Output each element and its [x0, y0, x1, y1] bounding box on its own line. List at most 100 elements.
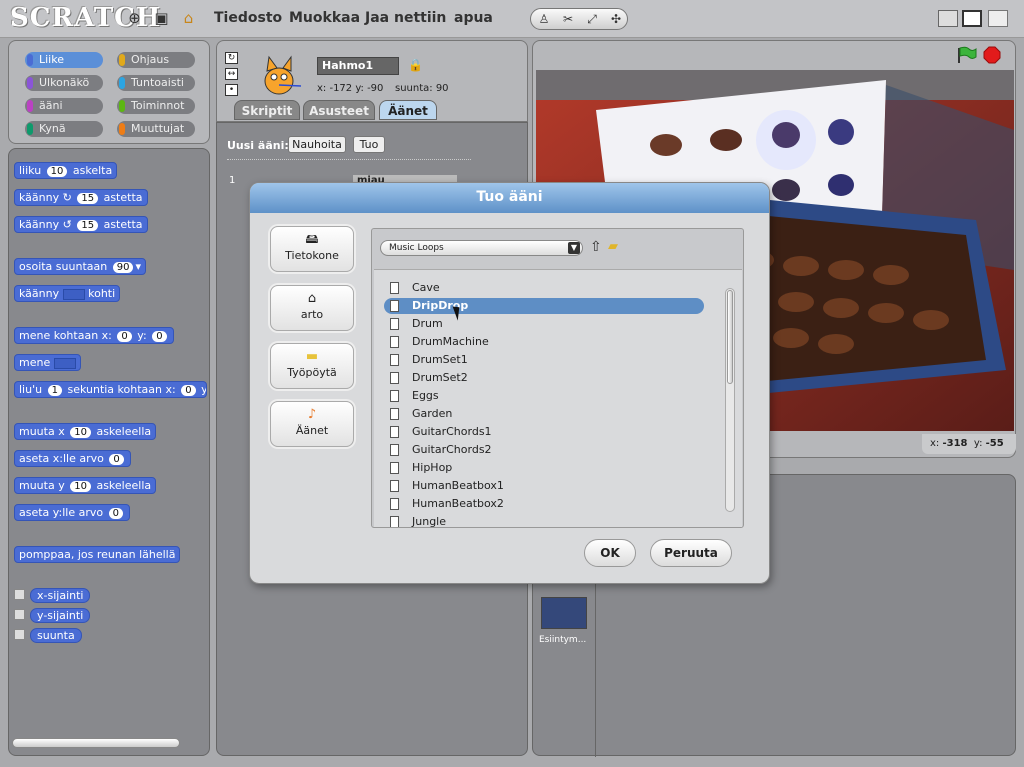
- sprite-direction: suunta: 90: [395, 83, 449, 94]
- list-item[interactable]: Drum: [384, 316, 704, 332]
- file-browser: Music Loops ▼ ⇧ ▰ Cave DripDrop Drum Drum…: [371, 228, 744, 528]
- block-goto[interactable]: mene: [14, 354, 81, 371]
- place-computer-button[interactable]: 🖴 Tietokone: [270, 226, 354, 272]
- duplicate-icon[interactable]: ♙: [534, 11, 554, 28]
- list-item[interactable]: DrumSet1: [384, 352, 704, 368]
- list-item[interactable]: GuitarChords2: [384, 442, 704, 458]
- list-item[interactable]: Cave: [384, 280, 704, 296]
- cancel-button[interactable]: Peruuta: [650, 539, 732, 567]
- category-variables[interactable]: Muuttujat: [117, 121, 195, 137]
- place-home-button[interactable]: ⌂ arto: [270, 285, 354, 331]
- place-desktop-button[interactable]: ▬ Työpöytä: [270, 343, 354, 389]
- checkbox-y-position[interactable]: [14, 609, 25, 620]
- cat-sprite-thumbnail: [264, 55, 302, 95]
- new-folder-icon[interactable]: ▰: [608, 239, 618, 254]
- category-control[interactable]: Ohjaus: [117, 52, 195, 68]
- list-item[interactable]: HipHop: [384, 460, 704, 476]
- list-item[interactable]: Garden: [384, 406, 704, 422]
- checkbox-direction[interactable]: [14, 629, 25, 640]
- list-item[interactable]: DrumMachine: [384, 334, 704, 350]
- lock-icon[interactable]: 🔒: [408, 58, 423, 72]
- block-set-x[interactable]: aseta x:lle arvo 0: [14, 450, 131, 467]
- reporter-y-position[interactable]: y-sijainti: [30, 608, 91, 623]
- grow-icon[interactable]: ⤢: [582, 11, 602, 28]
- record-button[interactable]: Nauhoita: [288, 136, 346, 153]
- tab-scripts[interactable]: Skriptit: [234, 100, 300, 120]
- list-item[interactable]: HumanBeatbox2: [384, 496, 704, 512]
- shrink-icon[interactable]: ✣: [606, 11, 626, 28]
- menu-share[interactable]: Jaa nettiin: [365, 10, 446, 26]
- normal-stage-icon[interactable]: [962, 10, 982, 27]
- checkbox-x-position[interactable]: [14, 589, 25, 600]
- presentation-mode-icon[interactable]: [988, 10, 1008, 27]
- reporter-direction[interactable]: suunta: [30, 628, 82, 643]
- block-change-x[interactable]: muuta x 10 askeleella: [14, 423, 157, 440]
- file-icon: [390, 426, 399, 438]
- file-icon: [390, 354, 399, 366]
- sounds-folder-icon: ♪: [307, 407, 317, 422]
- list-item[interactable]: HumanBeatbox1: [384, 478, 704, 494]
- block-change-y[interactable]: muuta y 10 askeleella: [14, 477, 157, 494]
- no-rotate-icon[interactable]: •: [225, 84, 238, 96]
- import-sound-dialog: Tuo ääni 🖴 Tietokone ⌂ arto ▬ Työpöytä ♪ Ään…: [249, 182, 770, 584]
- file-icon: [390, 498, 399, 510]
- reporter-x-position[interactable]: x-sijainti: [30, 588, 91, 603]
- menu-file[interactable]: Tiedosto: [214, 10, 282, 26]
- list-item[interactable]: DrumSet2: [384, 370, 704, 386]
- stage-thumbnail[interactable]: [541, 597, 587, 629]
- flip-style-icon[interactable]: ↔: [225, 68, 238, 80]
- place-sounds-button[interactable]: ♪ Äänet: [270, 401, 354, 447]
- list-item[interactable]: Jungle: [384, 514, 704, 527]
- save-icon[interactable]: ▣: [153, 10, 170, 27]
- block-point-direction[interactable]: osoita suuntaan 90 ▾: [14, 258, 146, 275]
- list-item-selected[interactable]: DripDrop: [384, 298, 704, 314]
- home-icon: ⌂: [307, 291, 317, 306]
- block-move[interactable]: liiku 10 askelta: [14, 162, 118, 179]
- file-icon: [390, 318, 399, 330]
- rotate-style-icon[interactable]: ↻: [225, 52, 238, 64]
- green-flag-icon[interactable]: [955, 46, 977, 64]
- rotate-right-icon: ↻: [62, 191, 72, 204]
- category-pen[interactable]: Kynä: [25, 121, 103, 137]
- up-folder-icon[interactable]: ⇧: [590, 239, 602, 255]
- sprite-name-field[interactable]: Hahmo1: [317, 57, 399, 75]
- dialog-title: Tuo ääni: [250, 183, 769, 213]
- ok-button[interactable]: OK: [584, 539, 636, 567]
- block-glide[interactable]: liu'u 1 sekuntia kohtaan x: 0 y: 0: [14, 381, 207, 398]
- category-looks[interactable]: Ulkonäkö: [25, 75, 103, 91]
- category-motion[interactable]: Liike: [25, 52, 103, 68]
- block-set-y[interactable]: aseta y:lle arvo 0: [14, 504, 130, 521]
- block-turn-right[interactable]: käänny ↻ 15 astetta: [14, 189, 148, 206]
- sound-index: 1: [229, 175, 236, 186]
- category-sensing[interactable]: Tuntoaisti: [117, 75, 195, 91]
- globe-icon[interactable]: ⊕: [126, 10, 143, 27]
- folder-icon: ▬: [305, 349, 319, 364]
- tab-sounds[interactable]: Äänet: [379, 100, 437, 120]
- file-icon: [390, 336, 399, 348]
- block-goto-xy[interactable]: mene kohtaan x: 0 y: 0: [14, 327, 174, 344]
- block-bounce[interactable]: pomppaa, jos reunan lähellä: [14, 546, 181, 563]
- block-point-towards[interactable]: käänny kohti: [14, 285, 121, 302]
- import-button[interactable]: Tuo: [353, 136, 385, 153]
- menu-edit[interactable]: Muokkaa: [289, 10, 360, 26]
- rotate-left-icon: ↺: [62, 218, 72, 231]
- list-item[interactable]: GuitarChords1: [384, 424, 704, 440]
- stop-icon[interactable]: [983, 46, 1001, 64]
- share-icon[interactable]: ⌂: [180, 10, 197, 27]
- stage-thumbnail-label: Esiintym...: [539, 635, 587, 645]
- file-list-scrollbar[interactable]: [725, 288, 735, 512]
- file-icon: [390, 300, 399, 312]
- small-stage-icon[interactable]: [938, 10, 958, 27]
- menu-help[interactable]: apua: [454, 10, 493, 26]
- file-icon: [390, 480, 399, 492]
- file-icon: [390, 462, 399, 474]
- cut-icon[interactable]: ✂: [558, 11, 578, 28]
- category-sound[interactable]: ääni: [25, 98, 103, 114]
- palette-scrollbar[interactable]: [12, 738, 180, 748]
- category-operators[interactable]: Toiminnot: [117, 98, 195, 114]
- block-turn-left[interactable]: käänny ↺ 15 astetta: [14, 216, 148, 233]
- folder-dropdown[interactable]: Music Loops ▼: [380, 240, 583, 256]
- list-item[interactable]: Eggs: [384, 388, 704, 404]
- tab-costumes[interactable]: Asusteet: [303, 100, 375, 120]
- top-menu-bar: SCRATCH ⊕ ▣ ⌂ Tiedosto Muokkaa Jaa netti…: [0, 0, 1024, 38]
